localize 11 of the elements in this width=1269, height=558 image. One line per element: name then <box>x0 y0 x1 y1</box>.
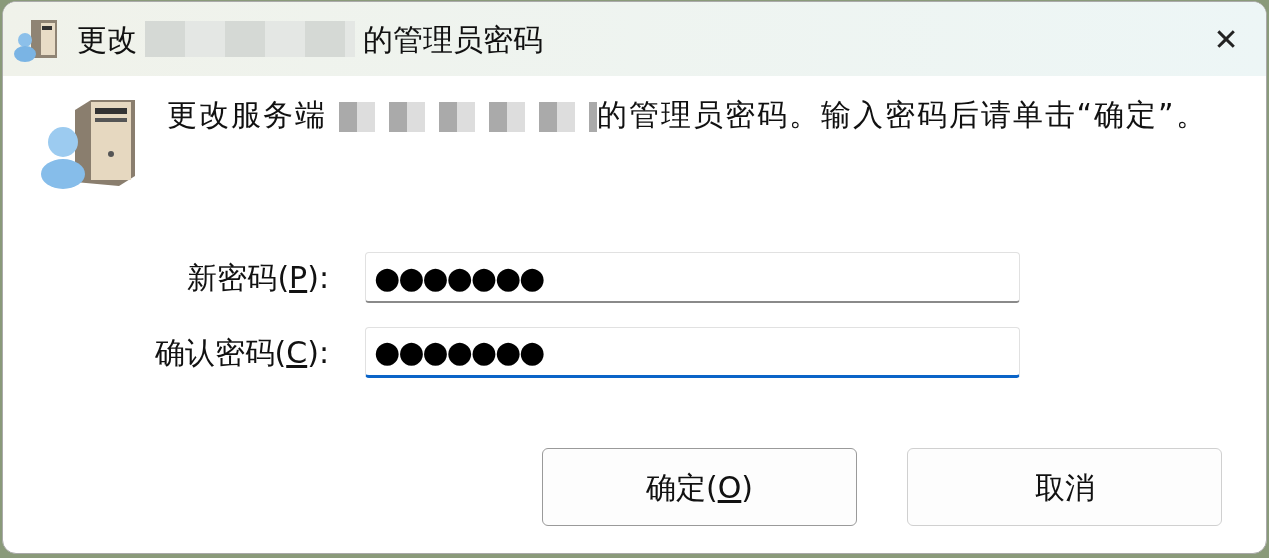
window-title: 的管理员密码 <box>363 20 543 59</box>
field-label: 新密码(P): <box>186 259 330 297</box>
password-field[interactable]: ●●●●●●● <box>365 252 1020 303</box>
field-label: 确认密码(C): <box>153 334 330 372</box>
cancel-button[interactable]: 取消 <box>907 448 1222 526</box>
close-button[interactable]: ✕ <box>1186 2 1266 76</box>
window-title: 更改 <box>77 20 137 59</box>
message-text: 更改服务端 <box>167 97 327 132</box>
password-field[interactable]: ●●●●●●● <box>365 327 1020 378</box>
message-text: 的管理员密码。输入密码后请单击“确定”。 <box>596 97 1208 132</box>
ok-button[interactable]: 确定(O) <box>542 448 857 526</box>
